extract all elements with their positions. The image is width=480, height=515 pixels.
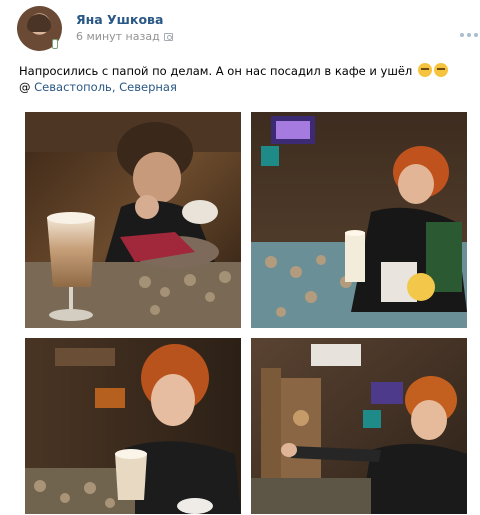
camera-icon [163,32,173,41]
mobile-badge-icon [52,39,58,49]
photo-girl-latte-glass[interactable] [25,338,241,514]
post-meta: 6 минут назад [76,30,173,43]
location-link[interactable]: Севастополь, Северная [34,80,177,94]
wall-post: Яна Ушкова 6 минут назад Напросились с п… [0,0,480,515]
location-prefix: @ [19,80,31,94]
author-name-link[interactable]: Яна Ушкова [76,12,163,27]
photo-girl-cafe-table[interactable] [251,112,467,328]
more-options-icon[interactable] [460,33,478,37]
smirking-face-emoji [433,63,448,77]
post-text: Напросились с папой по делам. А он нас п… [19,63,459,95]
smirking-face-emoji [417,63,432,77]
photo-girl-reaching-table[interactable] [251,338,467,514]
photo-girl-eating-dessert[interactable] [25,112,241,328]
post-timestamp[interactable]: 6 минут назад [76,30,160,43]
post-body: Напросились с папой по делам. А он нас п… [19,64,413,78]
